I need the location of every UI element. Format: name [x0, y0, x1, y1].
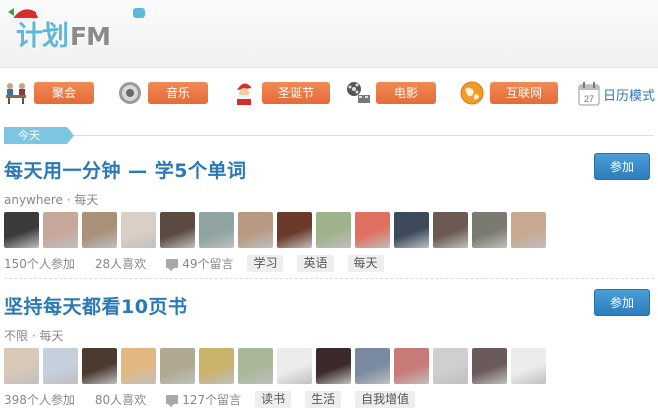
plan-location: anywhere — [4, 193, 63, 207]
plan-location: 不限 — [4, 329, 29, 343]
comments-count: 49个留言 — [182, 256, 234, 271]
category-movie[interactable]: 电影 — [344, 78, 436, 108]
logo-bubble-icon — [133, 8, 145, 18]
comment-icon — [166, 394, 179, 407]
comments-link[interactable]: 127个留言 — [166, 391, 241, 408]
santa-icon — [230, 79, 258, 107]
participants-count[interactable]: 398个人参加 — [4, 391, 75, 408]
user-avatar[interactable] — [355, 212, 390, 248]
user-avatar[interactable] — [472, 348, 507, 384]
film-reel-icon — [344, 79, 372, 107]
site-logo[interactable]: 计划FM — [4, 2, 145, 53]
join-button[interactable]: 参加 — [594, 153, 650, 180]
participant-avatars — [4, 212, 654, 250]
tag[interactable]: 学习 — [247, 254, 284, 272]
globe-icon — [458, 79, 486, 107]
likes-count[interactable]: 28人喜欢 — [95, 255, 146, 272]
plan-title[interactable]: 每天用一分钟 — 学5个单词 — [4, 156, 654, 183]
participant-avatars — [4, 348, 654, 386]
user-avatar[interactable] — [277, 212, 312, 248]
comment-icon — [166, 258, 179, 271]
user-avatar[interactable] — [238, 348, 273, 384]
user-avatar[interactable] — [316, 212, 351, 248]
user-avatar[interactable] — [160, 348, 195, 384]
user-avatar[interactable] — [355, 348, 390, 384]
user-avatar[interactable] — [199, 212, 234, 248]
user-avatar[interactable] — [394, 348, 429, 384]
tag[interactable]: 每天 — [347, 254, 384, 272]
category-music[interactable]: 音乐 — [116, 78, 208, 108]
tag[interactable]: 生活 — [305, 390, 342, 408]
site-header: 计划FM — [0, 0, 658, 68]
category-christmas[interactable]: 圣诞节 — [230, 78, 331, 108]
plan-frequency: 每天 — [39, 329, 64, 343]
user-avatar[interactable] — [43, 212, 78, 248]
user-avatar[interactable] — [4, 348, 39, 384]
plan-title[interactable]: 坚持每天都看10页书 — [4, 292, 654, 319]
category-bar: 聚会 音乐 圣诞节 电影 互联网 27 日历模式 — [0, 74, 658, 112]
tag[interactable]: 读书 — [255, 390, 292, 408]
user-avatar[interactable] — [472, 212, 507, 248]
category-label: 聚会 — [34, 82, 94, 104]
calendar-day: 27 — [584, 94, 594, 104]
calendar-mode-link[interactable]: 27 日历模式 — [578, 82, 655, 106]
user-avatar[interactable] — [433, 348, 468, 384]
user-avatar[interactable] — [43, 348, 78, 384]
user-avatar[interactable] — [277, 348, 312, 384]
speaker-icon — [116, 79, 144, 107]
likes-count[interactable]: 80人喜欢 — [95, 391, 146, 408]
calendar-icon: 27 — [578, 82, 600, 106]
user-avatar[interactable] — [82, 348, 117, 384]
user-avatar[interactable] — [121, 348, 156, 384]
user-avatar[interactable] — [511, 212, 546, 248]
category-label: 圣诞节 — [262, 82, 331, 104]
plan-stats: 150个人参加 28人喜欢 49个留言 学习 英语 每天 — [4, 254, 398, 272]
user-avatar[interactable] — [82, 212, 117, 248]
category-party[interactable]: 聚会 — [2, 78, 94, 108]
plan-divider — [4, 278, 654, 279]
user-avatar[interactable] — [433, 212, 468, 248]
category-label: 音乐 — [148, 82, 208, 104]
comments-count: 127个留言 — [182, 392, 242, 407]
user-avatar[interactable] — [511, 348, 546, 384]
today-divider — [4, 135, 654, 136]
user-avatar[interactable] — [121, 212, 156, 248]
plan-frequency: 每天 — [74, 193, 99, 207]
plan-item: 坚持每天都看10页书 不限 · 每天 — [4, 292, 654, 344]
today-tab[interactable]: 今天 — [4, 127, 74, 144]
participants-count[interactable]: 150个人参加 — [4, 255, 75, 272]
user-avatar[interactable] — [199, 348, 234, 384]
plan-stats: 398个人参加 80人喜欢 127个留言 读书 生活 自我增值 — [4, 390, 429, 408]
tag[interactable]: 自我增值 — [355, 390, 416, 408]
tag[interactable]: 英语 — [297, 254, 334, 272]
user-avatar[interactable] — [4, 212, 39, 248]
user-avatar[interactable] — [238, 212, 273, 248]
user-avatar[interactable] — [316, 348, 351, 384]
calendar-mode-label: 日历模式 — [603, 88, 656, 104]
plan-meta: anywhere · 每天 — [4, 193, 99, 207]
comments-link[interactable]: 49个留言 — [166, 255, 233, 272]
party-people-icon — [2, 79, 30, 107]
category-label: 互联网 — [490, 82, 559, 104]
plan-item: 每天用一分钟 — 学5个单词 anywhere · 每天 — [4, 156, 654, 208]
logo-wordmark: 计划FM — [16, 14, 111, 53]
category-internet[interactable]: 互联网 — [458, 78, 559, 108]
logo-main-text: 计划 — [16, 21, 69, 52]
user-avatar[interactable] — [394, 212, 429, 248]
logo-suffix-text: FM — [70, 22, 111, 51]
join-button[interactable]: 参加 — [594, 289, 650, 316]
user-avatar[interactable] — [160, 212, 195, 248]
category-label: 电影 — [376, 82, 436, 104]
plan-meta: 不限 · 每天 — [4, 329, 64, 343]
